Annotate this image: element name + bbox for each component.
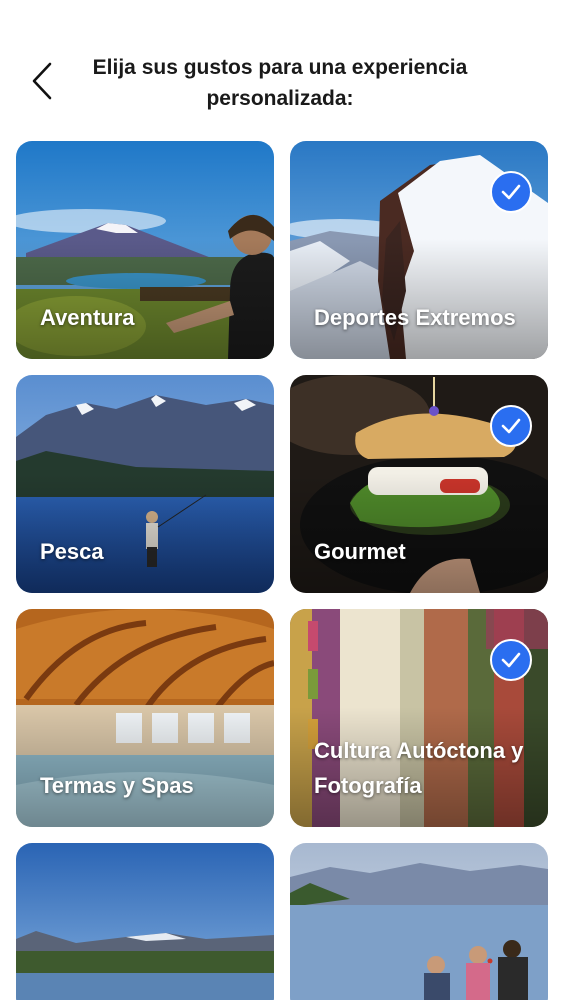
card-label: Deportes Extremos <box>314 305 516 330</box>
lake-people-image <box>290 843 548 1000</box>
header: Elija sus gustos para una experiencia pe… <box>0 0 563 140</box>
card-label: Aventura <box>40 305 135 330</box>
card-label: Cultura Autóctona y Fotografía <box>314 738 524 798</box>
chevron-left-icon <box>32 62 52 100</box>
label-shade <box>290 239 548 359</box>
label-shade <box>290 473 548 593</box>
category-card-deportes-extremos[interactable]: Deportes Extremos <box>290 141 548 359</box>
card-label: Pesca <box>40 539 104 564</box>
category-card-7[interactable] <box>16 843 274 1000</box>
card-label: Gourmet <box>314 539 406 564</box>
category-card-aventura[interactable]: Aventura <box>16 141 274 359</box>
selected-check-icon <box>490 171 532 213</box>
label-shade <box>16 239 274 359</box>
label-shade <box>16 707 274 827</box>
page-title: Elija sus gustos para una experiencia pe… <box>92 56 468 110</box>
screen: Elija sus gustos para una experiencia pe… <box>0 0 563 1000</box>
selected-check-icon <box>490 405 532 447</box>
category-card-pesca[interactable]: Pesca <box>16 375 274 593</box>
back-button[interactable] <box>22 58 62 104</box>
landscape-image <box>16 843 274 1000</box>
selected-check-icon <box>490 639 532 681</box>
category-card-cultura-autoctona-y-fotografia[interactable]: Cultura Autóctona y Fotografía <box>290 609 548 827</box>
category-card-gourmet[interactable]: Gourmet <box>290 375 548 593</box>
category-card-termas-y-spas[interactable]: Termas y Spas <box>16 609 274 827</box>
card-label: Termas y Spas <box>40 773 194 798</box>
label-shade <box>16 473 274 593</box>
category-card-8[interactable] <box>290 843 548 1000</box>
